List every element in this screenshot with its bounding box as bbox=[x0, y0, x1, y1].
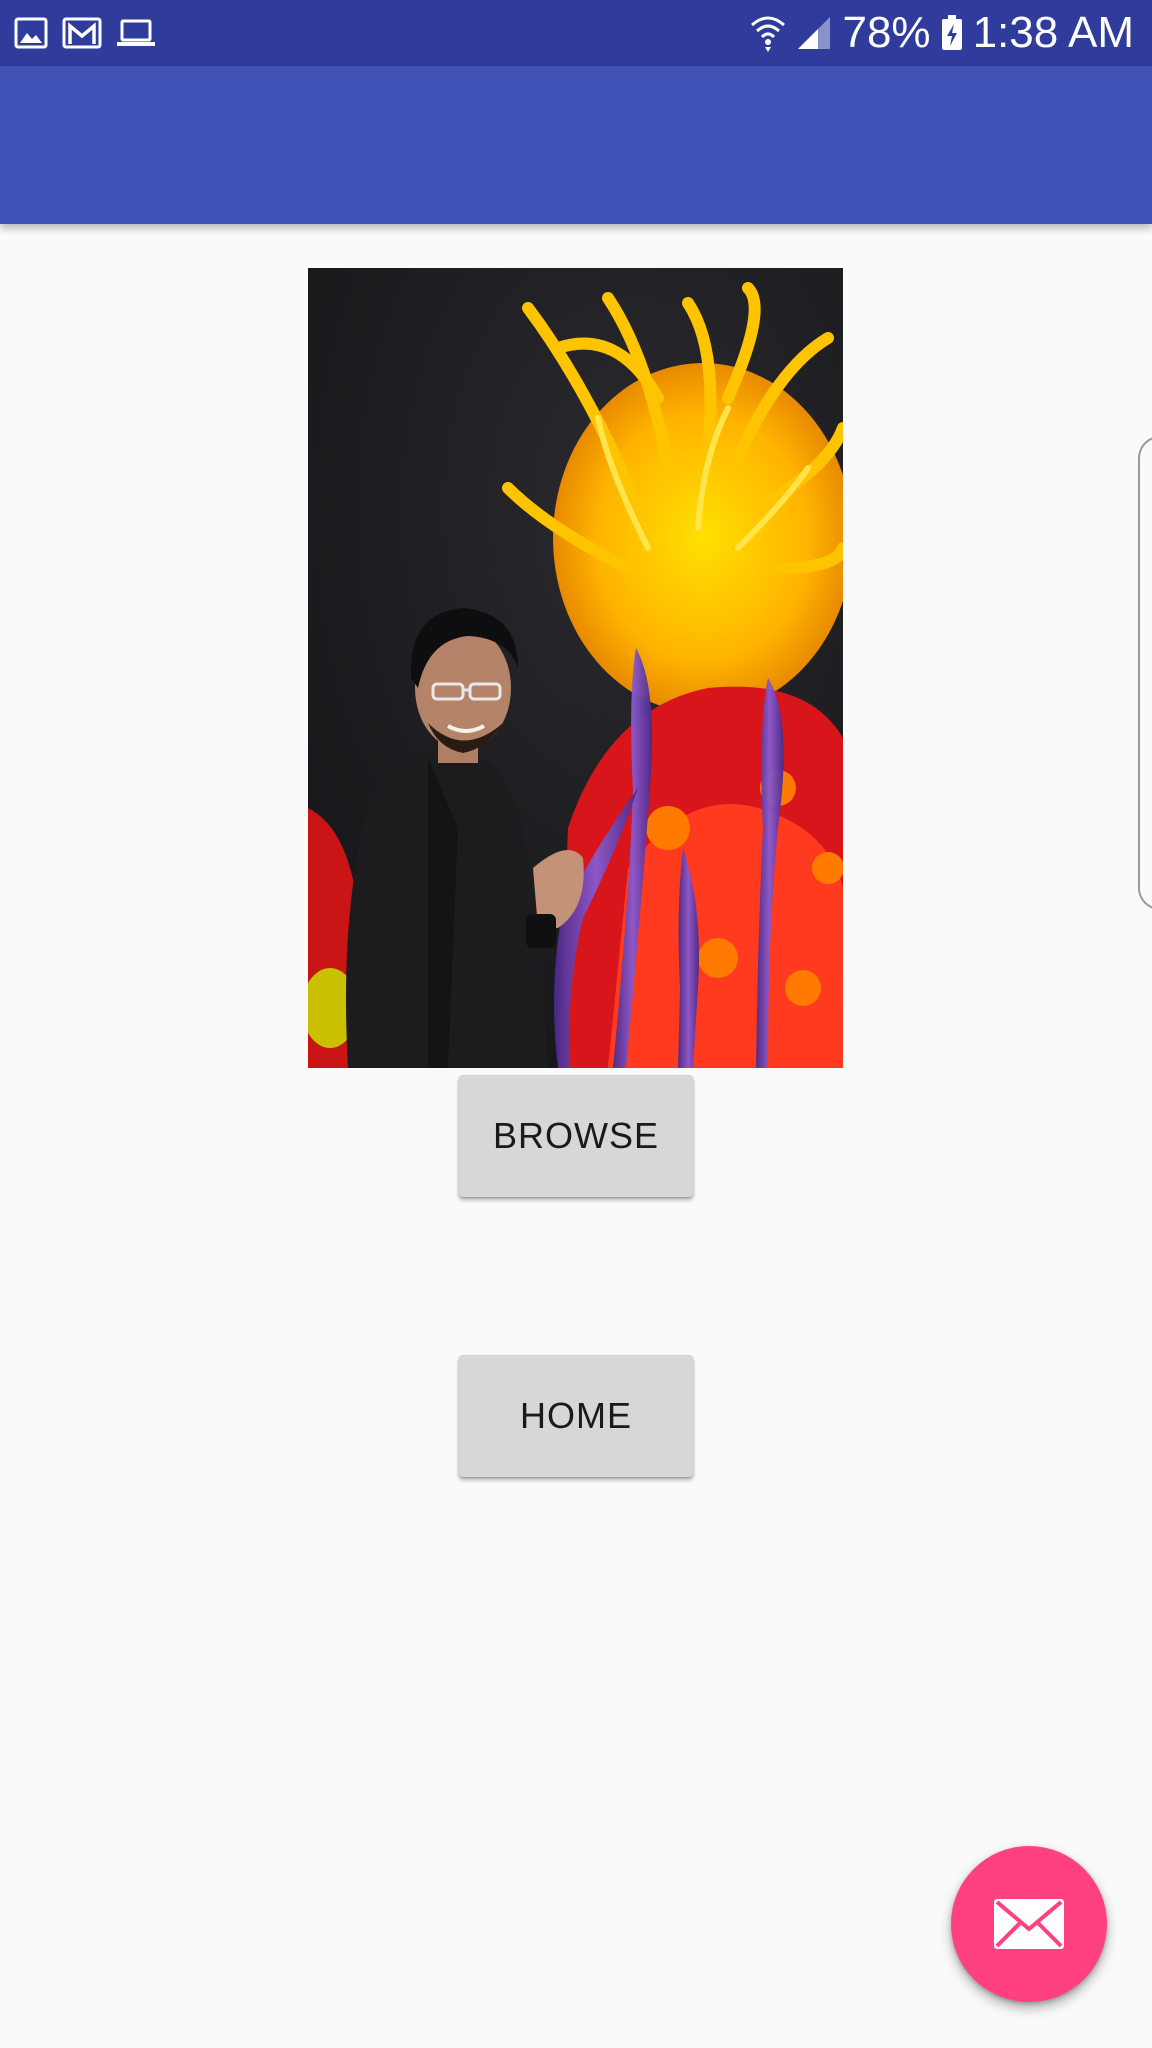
battery-charging-icon bbox=[941, 15, 963, 51]
email-fab-button[interactable] bbox=[951, 1846, 1107, 2002]
edge-panel-handle[interactable] bbox=[1138, 436, 1152, 910]
signal-icon bbox=[796, 15, 832, 51]
email-icon bbox=[994, 1899, 1064, 1949]
clock: 1:38 AM bbox=[972, 8, 1134, 57]
status-bar: 78% 1:38 AM bbox=[0, 0, 1152, 66]
laptop-icon bbox=[116, 16, 156, 50]
wifi-icon bbox=[750, 13, 786, 53]
browse-button[interactable]: BROWSE bbox=[459, 1075, 693, 1197]
home-button[interactable]: HOME bbox=[459, 1355, 693, 1477]
gallery-icon bbox=[14, 16, 48, 50]
system-icons: 78% 1:38 AM bbox=[750, 0, 1134, 66]
photo-image bbox=[308, 268, 843, 1068]
notification-icons bbox=[14, 0, 156, 66]
app-toolbar bbox=[0, 66, 1152, 224]
battery-percent: 78% bbox=[842, 8, 931, 57]
gmail-icon bbox=[62, 16, 102, 50]
app-screen: 78% 1:38 AM BROWSE HOME bbox=[0, 0, 1152, 2048]
